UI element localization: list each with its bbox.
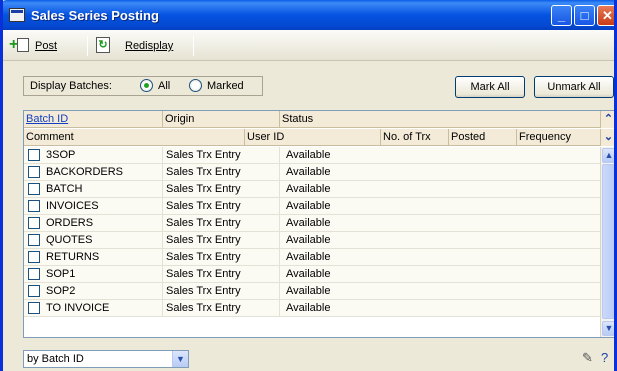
- toolbar-separator: [87, 36, 88, 56]
- status-cell: Available: [286, 234, 331, 246]
- expand-icon[interactable]: ⌄: [600, 129, 614, 146]
- maximize-button[interactable]: □: [574, 5, 595, 26]
- origin-cell: Sales Trx Entry: [166, 266, 280, 283]
- comment-column-header: Comment: [24, 129, 245, 146]
- grid-header-row-2: Comment User ID No. of Trx Posted Freque…: [24, 129, 602, 146]
- redisplay-label: Redisplay: [125, 40, 174, 52]
- batch-id-cell: QUOTES: [46, 232, 163, 249]
- scroll-thumb[interactable]: [602, 164, 614, 319]
- post-button[interactable]: Post: [35, 37, 57, 55]
- sort-by-select[interactable]: by Batch ID ▼: [23, 350, 189, 368]
- mark-checkbox[interactable]: [28, 302, 40, 314]
- batch-id-cell: INVOICES: [46, 198, 163, 215]
- mark-checkbox[interactable]: [28, 251, 40, 263]
- batch-id-column-header[interactable]: Batch ID: [24, 111, 163, 128]
- scroll-up-icon[interactable]: ▲: [602, 148, 614, 163]
- status-cell: Available: [286, 217, 331, 229]
- sort-by-value: by Batch ID: [27, 353, 84, 365]
- toolbar-separator: [193, 36, 194, 56]
- mark-all-button[interactable]: Mark All: [455, 76, 525, 98]
- post-icon[interactable]: +: [9, 37, 29, 53]
- status-cell: Available: [286, 200, 331, 212]
- sales-series-posting-window: Sales Series Posting _ □ ✕ + Post ↻ Redi…: [0, 0, 617, 371]
- mark-checkbox[interactable]: [28, 183, 40, 195]
- all-radio-label[interactable]: All: [158, 80, 170, 92]
- status-cell: Available: [286, 268, 331, 280]
- title-bar[interactable]: Sales Series Posting _ □ ✕: [3, 0, 614, 30]
- all-radio[interactable]: [140, 79, 153, 92]
- origin-cell: Sales Trx Entry: [166, 249, 280, 266]
- close-button[interactable]: ✕: [597, 5, 614, 26]
- batch-id-cell: SOP1: [46, 266, 163, 283]
- batch-id-cell: ORDERS: [46, 215, 163, 232]
- batch-id-cell: TO INVOICE: [46, 300, 163, 317]
- mark-checkbox[interactable]: [28, 268, 40, 280]
- table-row[interactable]: SOP1 Sales Trx Entry Available: [24, 266, 602, 283]
- table-row[interactable]: BATCH Sales Trx Entry Available: [24, 181, 602, 198]
- redisplay-button[interactable]: Redisplay: [125, 37, 173, 55]
- note-icon[interactable]: ✎: [582, 350, 593, 366]
- scroll-down-icon[interactable]: ▼: [602, 321, 614, 336]
- origin-cell: Sales Trx Entry: [166, 164, 280, 181]
- table-row[interactable]: ORDERS Sales Trx Entry Available: [24, 215, 602, 232]
- minimize-button[interactable]: _: [551, 5, 572, 26]
- origin-cell: Sales Trx Entry: [166, 283, 280, 300]
- chevron-down-icon[interactable]: ▼: [172, 351, 188, 367]
- display-batches-group: Display Batches: All Marked: [23, 76, 263, 96]
- status-cell: Available: [286, 285, 331, 297]
- toolbar: + Post ↻ Redisplay: [3, 30, 614, 61]
- post-label: Post: [35, 40, 58, 52]
- mark-checkbox[interactable]: [28, 149, 40, 161]
- unmark-all-button[interactable]: Unmark All: [534, 76, 614, 98]
- origin-cell: Sales Trx Entry: [166, 198, 280, 215]
- status-cell: Available: [286, 149, 331, 161]
- collapse-icon[interactable]: ⌃: [600, 111, 614, 128]
- grid-rows: 3SOP Sales Trx Entry Available BACKORDERS Sa…: [24, 147, 602, 317]
- no-of-trx-column-header: No. of Trx: [381, 129, 449, 146]
- mark-checkbox[interactable]: [28, 166, 40, 178]
- batch-id-cell: RETURNS: [46, 249, 163, 266]
- window-title: Sales Series Posting: [31, 8, 159, 23]
- status-cell: Available: [286, 251, 331, 263]
- origin-cell: Sales Trx Entry: [166, 215, 280, 232]
- table-row[interactable]: QUOTES Sales Trx Entry Available: [24, 232, 602, 249]
- table-row[interactable]: 3SOP Sales Trx Entry Available: [24, 147, 602, 164]
- frequency-column-header: Frequency: [519, 131, 571, 143]
- mark-checkbox[interactable]: [28, 285, 40, 297]
- status-cell: Available: [286, 183, 331, 195]
- status-cell: Available: [286, 166, 331, 178]
- mark-checkbox[interactable]: [28, 234, 40, 246]
- marked-radio-label[interactable]: Marked: [207, 80, 244, 92]
- origin-cell: Sales Trx Entry: [166, 147, 280, 164]
- batch-id-cell: BATCH: [46, 181, 163, 198]
- display-batches-label: Display Batches:: [30, 80, 112, 92]
- window-icon: [9, 8, 25, 22]
- help-icon[interactable]: ?: [601, 350, 608, 365]
- origin-column-header: Origin: [163, 111, 280, 128]
- table-row[interactable]: RETURNS Sales Trx Entry Available: [24, 249, 602, 266]
- table-row[interactable]: SOP2 Sales Trx Entry Available: [24, 283, 602, 300]
- status-column-header: Status: [282, 113, 314, 125]
- vertical-scrollbar[interactable]: ▲ ▼: [600, 147, 614, 337]
- origin-cell: Sales Trx Entry: [166, 232, 280, 249]
- user-id-column-header: User ID: [245, 129, 381, 146]
- posted-column-header: Posted: [449, 129, 517, 146]
- status-cell: Available: [286, 302, 331, 314]
- footer: by Batch ID ▼ ✎ ?: [3, 342, 614, 371]
- table-row[interactable]: TO INVOICE Sales Trx Entry Available: [24, 300, 602, 317]
- origin-cell: Sales Trx Entry: [166, 181, 280, 198]
- mark-checkbox[interactable]: [28, 217, 40, 229]
- batch-id-cell: SOP2: [46, 283, 163, 300]
- batch-id-cell: BACKORDERS: [46, 164, 163, 181]
- origin-cell: Sales Trx Entry: [166, 300, 280, 317]
- table-row[interactable]: BACKORDERS Sales Trx Entry Available: [24, 164, 602, 181]
- redisplay-icon[interactable]: ↻: [96, 37, 110, 53]
- mark-checkbox[interactable]: [28, 200, 40, 212]
- grid-header-row-1: Batch ID Origin Status: [24, 111, 602, 128]
- batch-id-cell: 3SOP: [46, 147, 163, 164]
- table-row[interactable]: INVOICES Sales Trx Entry Available: [24, 198, 602, 215]
- marked-radio[interactable]: [189, 79, 202, 92]
- batch-grid: Batch ID Origin Status Comment User ID N…: [23, 110, 614, 338]
